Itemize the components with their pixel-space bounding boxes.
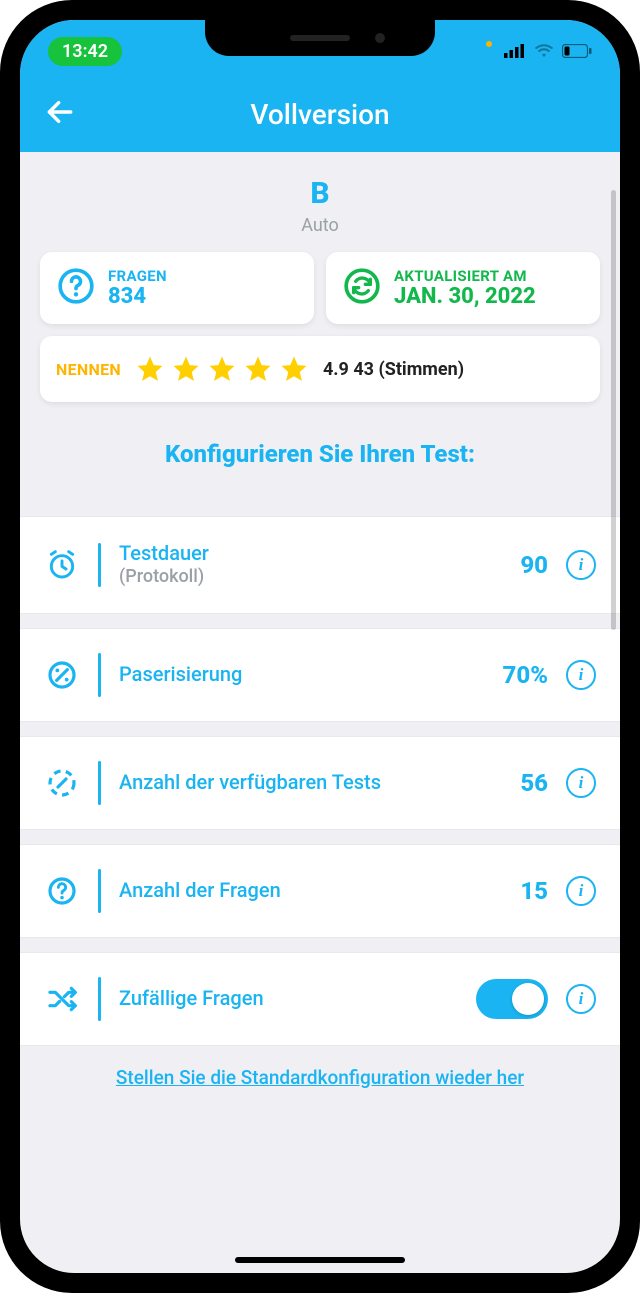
question-circle-icon xyxy=(56,266,96,310)
status-time: 13:42 xyxy=(48,37,122,66)
questions-card: FRAGEN 834 xyxy=(40,252,314,324)
percent-circle-icon xyxy=(44,659,80,691)
row-random-questions[interactable]: Zufällige Fragen i xyxy=(20,952,620,1046)
divider xyxy=(98,543,101,587)
row-question-count[interactable]: Anzahl der Fragen 15 i xyxy=(20,844,620,938)
row-value: 90 xyxy=(488,551,548,579)
scrollbar[interactable] xyxy=(611,190,616,630)
category-letter: B xyxy=(20,176,620,211)
restore-defaults-link[interactable]: Stellen Sie die Standardkonfiguration wi… xyxy=(20,1066,620,1089)
row-label: Testdauer (Protokoll) xyxy=(119,541,470,589)
questions-label: FRAGEN xyxy=(108,267,167,285)
row-label: Anzahl der Fragen xyxy=(119,878,470,903)
speaker-grille xyxy=(290,35,350,41)
info-icon[interactable]: i xyxy=(566,768,596,798)
row-value: 56 xyxy=(488,769,548,797)
row-value: 15 xyxy=(488,877,548,905)
home-indicator[interactable] xyxy=(235,1257,405,1263)
divider xyxy=(98,761,101,805)
updated-value: JAN. 30, 2022 xyxy=(394,285,536,309)
config-list: Testdauer (Protokoll) 90 i Paserisierung… xyxy=(20,516,620,1046)
star-icon xyxy=(279,354,309,384)
category-header: B Auto xyxy=(20,152,620,252)
wifi-icon xyxy=(534,44,554,58)
questions-value: 834 xyxy=(108,285,167,309)
refresh-circle-icon xyxy=(342,266,382,310)
page-title: Vollversion xyxy=(20,98,620,131)
screen: 13:42 Vollversion B Auto xyxy=(20,20,620,1273)
category-subtitle: Auto xyxy=(20,215,620,236)
divider xyxy=(98,869,101,913)
info-icon[interactable]: i xyxy=(566,984,596,1014)
app-header: Vollversion xyxy=(20,76,620,152)
row-label: Zufällige Fragen xyxy=(119,986,458,1011)
row-test-duration[interactable]: Testdauer (Protokoll) 90 i xyxy=(20,516,620,614)
star-icon xyxy=(243,354,273,384)
divider xyxy=(98,977,101,1021)
shuffle-icon xyxy=(44,983,80,1015)
cellular-icon xyxy=(504,44,526,58)
row-passing[interactable]: Paserisierung 70% i xyxy=(20,628,620,722)
rating-votes-word: (Stimmen) xyxy=(378,359,464,380)
updated-label: AKTUALISIERT AM xyxy=(394,267,536,285)
question-circle-icon xyxy=(44,875,80,907)
row-value: 70% xyxy=(488,661,548,689)
star-icon xyxy=(207,354,237,384)
star-icon xyxy=(171,354,201,384)
battery-icon xyxy=(562,44,592,58)
rating-score: 4.9 xyxy=(323,359,349,380)
rating-stats: 4.9 43 (Stimmen) xyxy=(323,359,464,380)
edit-dashed-circle-icon xyxy=(44,767,80,799)
row-available-tests[interactable]: Anzahl der verfügbaren Tests 56 i xyxy=(20,736,620,830)
random-toggle[interactable] xyxy=(476,979,548,1019)
divider xyxy=(98,653,101,697)
phone-frame: 13:42 Vollversion B Auto xyxy=(0,0,640,1293)
rating-votes: 43 xyxy=(353,359,374,380)
updated-card: AKTUALISIERT AM JAN. 30, 2022 xyxy=(326,252,600,324)
privacy-dot-icon xyxy=(486,41,492,47)
back-arrow-icon[interactable] xyxy=(44,96,76,132)
notch xyxy=(205,20,435,56)
star-row xyxy=(135,354,309,384)
row-label: Paserisierung xyxy=(119,662,470,687)
info-icon[interactable]: i xyxy=(566,550,596,580)
rating-label: NENNEN xyxy=(56,360,121,379)
front-camera xyxy=(375,33,385,43)
rating-card[interactable]: NENNEN 4.9 43 (Stimmen) xyxy=(40,336,600,402)
info-icon[interactable]: i xyxy=(566,876,596,906)
info-icon[interactable]: i xyxy=(566,660,596,690)
row-label: Anzahl der verfügbaren Tests xyxy=(119,770,470,795)
status-icons xyxy=(486,41,592,61)
clock-alarm-icon xyxy=(44,549,80,581)
config-title: Konfigurieren Sie Ihren Test: xyxy=(20,440,620,468)
star-icon xyxy=(135,354,165,384)
